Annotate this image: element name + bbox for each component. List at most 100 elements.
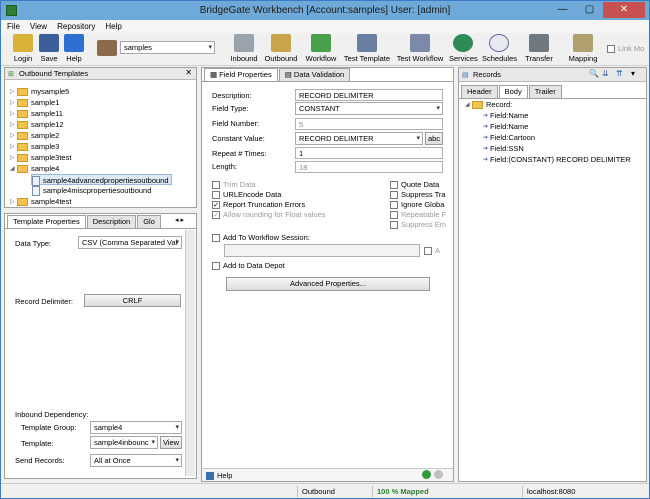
transfer-icon <box>529 34 549 52</box>
menu-view[interactable]: View <box>30 20 47 33</box>
record-field-item[interactable]: ➜ Field:Name <box>483 121 528 132</box>
record-delimiter-button[interactable]: CRLF <box>84 294 181 307</box>
panel-menu-icon[interactable]: ▾ <box>631 69 635 78</box>
record-root[interactable]: ◢ Record: <box>465 99 512 110</box>
advanced-properties-button[interactable]: Advanced Properties... <box>226 277 430 291</box>
tree-item-sample1[interactable]: ▷ sample1 <box>10 97 59 108</box>
search-icon[interactable]: 🔍 <box>589 69 599 78</box>
repeat-times-label: Repeat # Times: <box>212 149 267 158</box>
menu-help[interactable]: Help <box>105 20 121 33</box>
collapse-icon: ◢ <box>10 165 15 172</box>
expand-all-icon[interactable]: ⇈ <box>616 69 623 78</box>
suppress-trailing-checkbox[interactable]: Suppress Tra <box>390 190 446 200</box>
account-select[interactable]: samples ▾ <box>120 41 215 54</box>
mapping-button[interactable]: Mapping <box>567 34 599 63</box>
tab-scroll-arrows[interactable]: ◂ ▸ <box>175 216 184 224</box>
tab-field-properties[interactable]: ▦ Field Properties <box>204 68 278 81</box>
constant-value-label: Constant Value: <box>212 134 265 143</box>
close-button[interactable]: ✕ <box>603 2 645 18</box>
view-button[interactable]: View <box>160 436 182 449</box>
tree-item-sample4test[interactable]: ▷ sample4test <box>10 196 71 207</box>
tab-template-properties[interactable]: Template Properties <box>7 215 86 228</box>
outbound-templates-panel: Outbound Templates ⊞ ✕ ▷ mysample5 ▷ sampl… <box>4 67 197 208</box>
field-type-select[interactable]: CONSTANT ▾ <box>295 102 443 115</box>
test-template-button[interactable]: Test Template <box>343 34 391 63</box>
repeat-times-input[interactable]: 1 <box>295 147 443 159</box>
repeatable-checkbox[interactable]: Repeatable F <box>390 210 446 220</box>
record-field-item[interactable]: ➜ Field:SSN <box>483 143 524 154</box>
inbound-button[interactable]: Inbound <box>230 34 258 63</box>
services-button[interactable]: Services <box>449 34 478 63</box>
test-workflow-button[interactable]: Test Workflow <box>396 34 444 63</box>
help-bar: Help <box>202 468 453 481</box>
menu-file[interactable]: File <box>7 20 20 33</box>
collapse-all-icon[interactable]: ⇊ <box>602 69 609 78</box>
constant-value-select[interactable]: RECORD DELIMITER ▾ <box>295 132 423 145</box>
minimize-button[interactable]: — <box>549 2 576 18</box>
folder-icon <box>17 165 28 174</box>
tree-item-mysample5[interactable]: ▷ mysample5 <box>10 86 69 97</box>
login-button[interactable]: Login <box>11 34 35 63</box>
arrow-icon: ➜ <box>483 156 489 163</box>
panel-close-icon[interactable]: ✕ <box>185 68 192 77</box>
trim-data-checkbox[interactable]: Trim Data <box>212 180 256 190</box>
maximize-button[interactable]: ▢ <box>576 2 603 18</box>
tree-item-sample3test[interactable]: ▷ sample3test <box>10 152 71 163</box>
save-button[interactable]: Save <box>38 34 60 63</box>
lock-icon <box>13 34 33 52</box>
tree-item-sample11[interactable]: ▷ sample11 <box>10 108 63 119</box>
add-data-depot-checkbox[interactable]: Add to Data Depot <box>212 261 285 271</box>
tree-item-sample12[interactable]: ▷ sample12 <box>10 119 64 130</box>
record-field-item[interactable]: ➜ Field:Name <box>483 110 528 121</box>
template-group-select[interactable]: sample4 ▾ <box>90 421 182 434</box>
workflow-a-checkbox[interactable]: A <box>424 246 440 256</box>
tab-data-validation[interactable]: ▤ Data Validation <box>278 68 351 81</box>
forward-icon[interactable] <box>434 470 443 479</box>
field-properties-panel: ▦ Field Properties ▤ Data Validation Des… <box>201 67 454 482</box>
arrow-icon: ➜ <box>483 134 489 141</box>
tree-item-sample2[interactable]: ▷ sample2 <box>10 130 59 141</box>
tab-description[interactable]: Description <box>86 215 137 228</box>
add-workflow-session-checkbox[interactable]: Add To Workflow Session: <box>212 233 310 243</box>
records-panel: Records ▤ 🔍 ⇊ ⇈ ▾ Header Body Trailer ◢ R… <box>458 67 647 482</box>
tree-item-sample3[interactable]: ▷ sample3 <box>10 141 59 152</box>
schedules-button[interactable]: Schedules <box>482 34 517 63</box>
link-mode-checkbox[interactable]: Link Mo <box>607 44 644 54</box>
tab-header[interactable]: Header <box>461 85 498 98</box>
help-link[interactable]: Help <box>206 470 232 481</box>
tab-body[interactable]: Body <box>498 85 528 98</box>
abc-button[interactable]: abc <box>425 132 443 145</box>
status-host: localhost:8080 <box>522 486 602 497</box>
tab-trailer[interactable]: Trailer <box>528 85 562 98</box>
record-field-item[interactable]: ➜ Field:Cartoon <box>483 132 535 143</box>
report-truncation-checkbox[interactable]: ✓ Report Truncation Errors <box>212 200 305 210</box>
chevron-down-icon: ▾ <box>416 135 420 142</box>
folder-icon <box>17 88 28 97</box>
quote-data-checkbox[interactable]: Quote Data <box>390 180 439 190</box>
tree-item-sample4misc[interactable]: sample4miscpropertiesoutbound <box>32 185 151 197</box>
suppress-empty-checkbox[interactable]: Suppress Em <box>390 220 446 230</box>
send-records-select[interactable]: All at Once ▾ <box>90 454 182 467</box>
template-select[interactable]: sample4inbounc ▾ <box>90 436 158 449</box>
tab-global[interactable]: Glo <box>137 215 161 228</box>
urlencode-checkbox[interactable]: URLEncode Data <box>212 190 281 200</box>
length-input[interactable]: 18 <box>295 161 443 173</box>
mapping-icon <box>573 34 593 52</box>
tree-item-sample4[interactable]: ◢ sample4 <box>10 163 59 174</box>
workflow-button[interactable]: Workflow <box>304 34 338 63</box>
allow-rounding-checkbox[interactable]: ✓ Allow rounding for Float values <box>212 210 326 220</box>
tree-item-selected[interactable]: sample4advancedpropertiesoutbound <box>31 174 172 187</box>
ignore-global-checkbox[interactable]: Ignore Globa <box>390 200 444 210</box>
vertical-scrollbar[interactable] <box>185 230 195 476</box>
outbound-button[interactable]: Outbound <box>264 34 298 63</box>
workflow-session-input[interactable] <box>224 244 420 257</box>
transfer-button[interactable]: Transfer <box>524 34 554 63</box>
record-field-item[interactable]: ➜ Field:(CONSTANT) RECORD DELIMITER <box>483 154 631 165</box>
field-number-input[interactable]: 5 <box>295 118 443 130</box>
back-icon[interactable] <box>422 470 431 479</box>
help-button[interactable]: Help <box>63 34 85 63</box>
data-type-select[interactable]: CSV (Comma Separated Val ▾ <box>78 236 182 249</box>
gear-icon <box>410 34 430 52</box>
menu-repository[interactable]: Repository <box>57 20 95 33</box>
description-input[interactable]: RECORD DELIMITER <box>295 89 443 101</box>
